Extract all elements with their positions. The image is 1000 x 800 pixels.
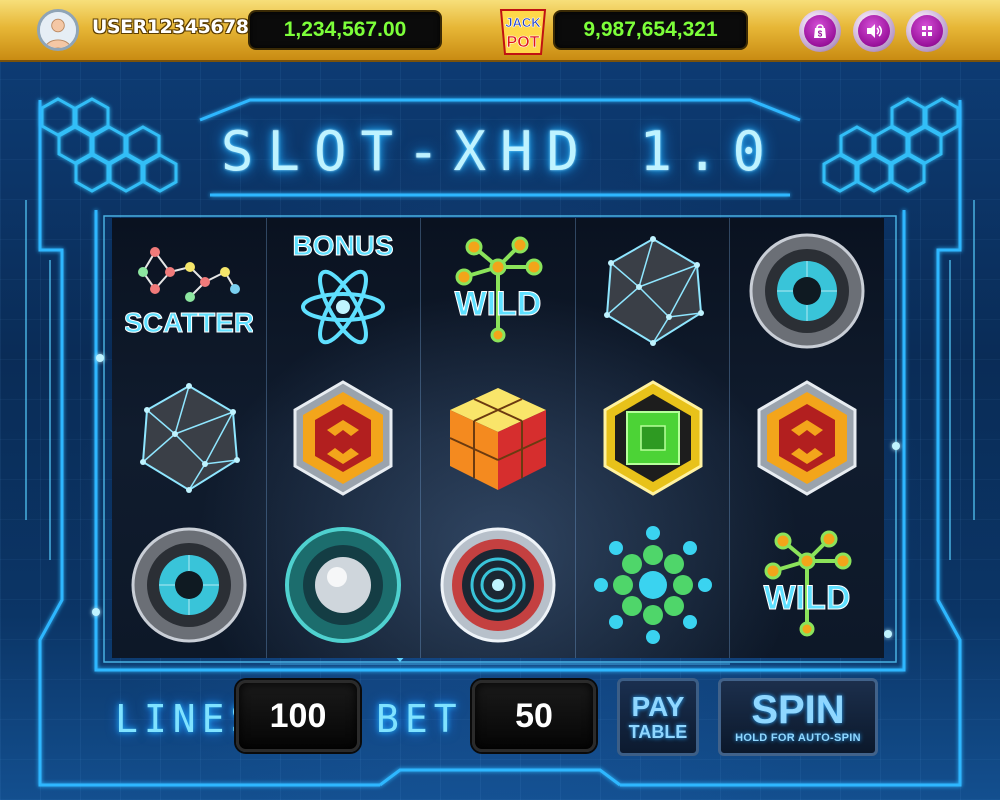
svg-text:WILD: WILD <box>764 579 851 617</box>
bet-value[interactable]: 50 <box>472 680 596 752</box>
symbol-green-chip <box>576 365 730 512</box>
jackpot-logo: JACK POT <box>499 9 547 55</box>
symbol-hex-emblem <box>730 365 884 512</box>
game-title: SLOT-XHD 1.0 <box>220 120 780 183</box>
svg-text:BONUS: BONUS <box>293 230 394 261</box>
spin-sublabel: HOLD FOR AUTO-SPIN <box>735 732 861 744</box>
spin-button[interactable]: SPIN HOLD FOR AUTO-SPIN <box>718 678 878 756</box>
menu-icon <box>922 26 932 36</box>
symbol-scatter: SCATTER <box>112 218 266 365</box>
spin-label: SPIN <box>751 688 845 732</box>
svg-text:SCATTER: SCATTER <box>125 307 253 338</box>
lines-value[interactable]: 100 <box>236 680 360 752</box>
top-bar: USER12345678 1,234,567.00 JACK POT 9,987… <box>0 0 1000 62</box>
reel-3: WILD <box>421 218 576 658</box>
user-icon <box>40 12 76 48</box>
symbol-polyhedron <box>576 218 730 365</box>
symbol-bonus: BONUS <box>267 218 421 365</box>
symbol-iris-orb <box>730 218 884 365</box>
paytable-label-line1: PAY <box>631 691 685 722</box>
paytable-button[interactable]: PAY TABLE <box>617 678 699 756</box>
svg-text:POT: POT <box>507 34 540 51</box>
reels-area[interactable]: SCATTER BONUS WILD WILD <box>112 218 884 658</box>
symbol-polyhedron <box>112 365 266 512</box>
reel-5: WILD <box>730 218 884 658</box>
bet-label: BET <box>376 697 463 741</box>
sound-button[interactable] <box>853 10 895 52</box>
symbol-reactor-orb <box>421 511 575 658</box>
sound-icon <box>867 24 883 38</box>
svg-text:WILD: WILD <box>455 285 542 323</box>
paytable-label-line2: TABLE <box>628 722 688 742</box>
shop-button[interactable]: $ <box>799 10 841 52</box>
symbol-dot-flower <box>576 511 730 658</box>
jackpot-display: 9,987,654,321 <box>553 10 748 50</box>
symbol-cube <box>421 365 575 512</box>
svg-text:JACK: JACK <box>505 15 541 30</box>
reel-4 <box>576 218 731 658</box>
balance-display: 1,234,567.00 <box>248 10 442 50</box>
username: USER12345678 <box>92 16 249 38</box>
avatar[interactable] <box>37 9 79 51</box>
reel-1: SCATTER <box>112 218 267 658</box>
symbol-iris-orb <box>112 511 266 658</box>
symbol-wild: WILD <box>421 218 575 365</box>
svg-text:$: $ <box>818 30 823 39</box>
shop-icon: $ <box>814 24 826 39</box>
symbol-hex-emblem <box>267 365 421 512</box>
symbol-wild: WILD <box>730 511 884 658</box>
symbol-teal-orb <box>267 511 421 658</box>
menu-button[interactable] <box>906 10 948 52</box>
reel-2: BONUS <box>267 218 422 658</box>
